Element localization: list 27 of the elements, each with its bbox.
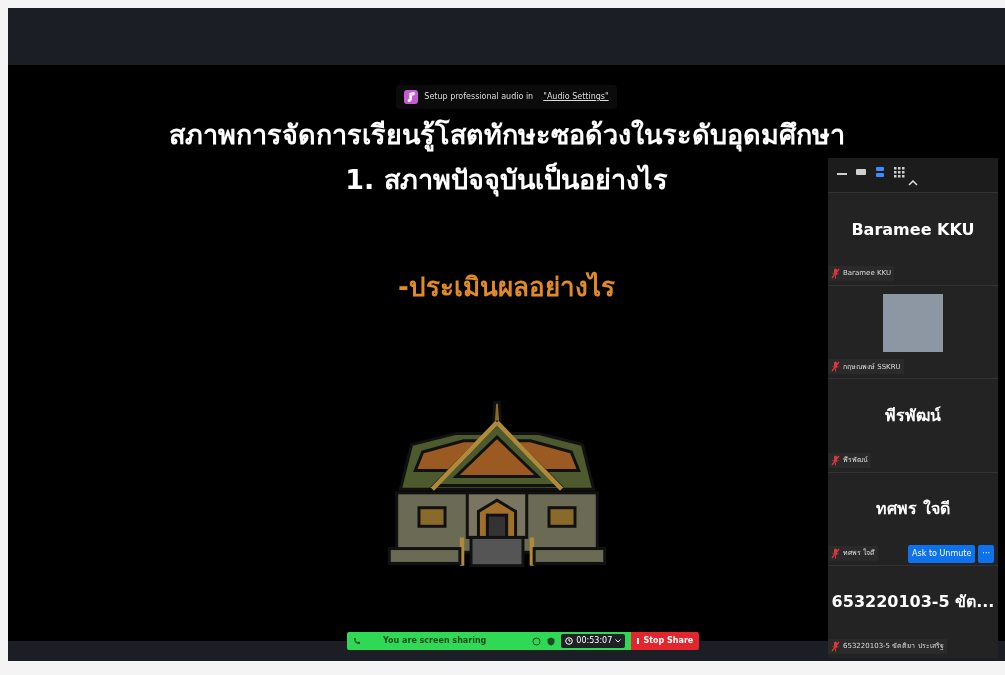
phone-icon (353, 637, 361, 645)
timer-text: 00:53:07 (576, 635, 613, 647)
participant-display-name: 653220103-5 ขัต... (831, 591, 995, 614)
shield-icon (547, 636, 556, 646)
slide-subtitle: 1. สภาพปัจจุบันเป็นอย่างไร (345, 161, 668, 199)
circle-icon (532, 636, 542, 646)
clock-icon (565, 637, 574, 645)
video-placeholder (883, 293, 943, 352)
chevron-up-icon[interactable] (908, 180, 918, 186)
square-icon (637, 638, 640, 644)
audio-settings-link[interactable]: "Audio Settings" (543, 91, 609, 103)
participant-display-name: พีรพัฒน์ (885, 405, 941, 427)
chevron-down-icon (615, 639, 622, 643)
grid-view-icon[interactable] (893, 166, 905, 178)
music-note-icon (404, 90, 419, 104)
ask-to-unmute-button[interactable]: Ask to Unmute (908, 544, 976, 563)
participant-display-name: Baramee KKU (851, 218, 975, 241)
single-view-icon[interactable] (855, 166, 867, 178)
timer-display[interactable]: 00:53:07 (561, 634, 626, 648)
notice-text: Setup professional audio in (424, 91, 534, 103)
slide-title: สภาพการจัดการเรียนรู้โสตทักษะซอด้วงในระดับอุดมศึกษา (168, 118, 845, 154)
slide-point: -ประเมินผลอย่างไร (398, 270, 615, 304)
stop-share-button[interactable]: Stop Share (631, 632, 700, 650)
participant-display-name: ทศพร ใจดี (876, 498, 950, 521)
strip-view-icon[interactable] (874, 166, 886, 178)
more-button[interactable]: ··· (978, 544, 994, 563)
sharing-status-text: You are screen sharing (383, 635, 487, 647)
